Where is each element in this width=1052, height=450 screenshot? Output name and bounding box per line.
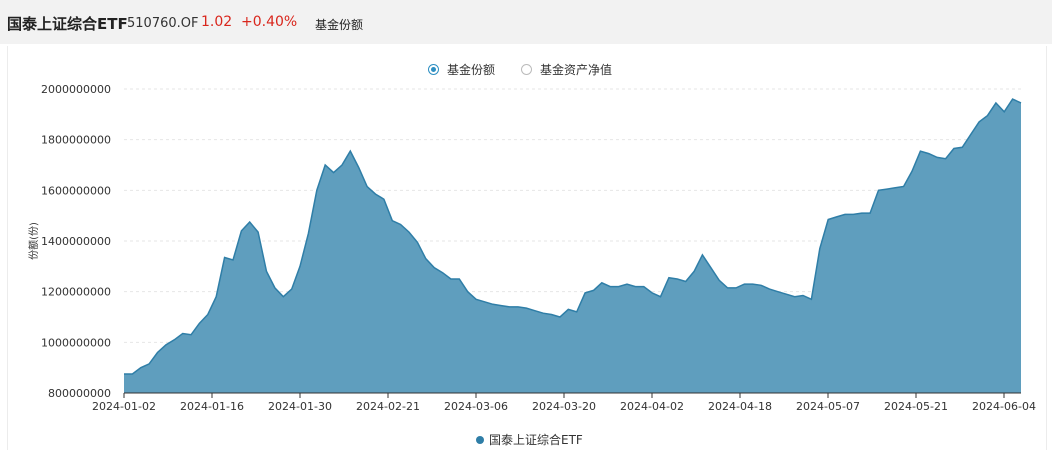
x-tick-label: 2024-01-02	[92, 400, 156, 413]
y-axis-title: 份额(份)	[27, 222, 40, 260]
y-tick-label: 1600000000	[41, 184, 111, 197]
x-tick-label: 2024-02-21	[356, 400, 420, 413]
legend-series-name: 国泰上证综合ETF	[489, 433, 583, 447]
x-tick-label: 2024-04-18	[708, 400, 772, 413]
x-tick-label: 2024-05-07	[796, 400, 860, 413]
x-tick-label: 2024-03-06	[444, 400, 508, 413]
legend-dot-icon	[476, 435, 484, 444]
x-tick-label: 2024-01-16	[180, 400, 244, 413]
y-tick-label: 1800000000	[41, 134, 111, 147]
y-tick-label: 1000000000	[41, 336, 111, 349]
y-tick-label: 2000000000	[41, 83, 111, 96]
fund-share-chart: 2000000000 1800000000 1600000000 1400000000…	[27, 83, 1036, 413]
x-tick-label: 2024-05-21	[884, 400, 948, 413]
series-area	[124, 99, 1021, 393]
y-tick-label: 1400000000	[41, 235, 111, 248]
x-tick-label: 2024-03-20	[532, 400, 596, 413]
x-tick-label: 2024-01-30	[268, 400, 332, 413]
chart-legend[interactable]: 国泰上证综合ETF	[476, 431, 583, 448]
y-tick-label: 800000000	[48, 387, 111, 400]
x-tick-label: 2024-06-04	[972, 400, 1036, 413]
x-tick-label: 2024-04-02	[620, 400, 684, 413]
y-tick-label: 1200000000	[41, 286, 111, 299]
